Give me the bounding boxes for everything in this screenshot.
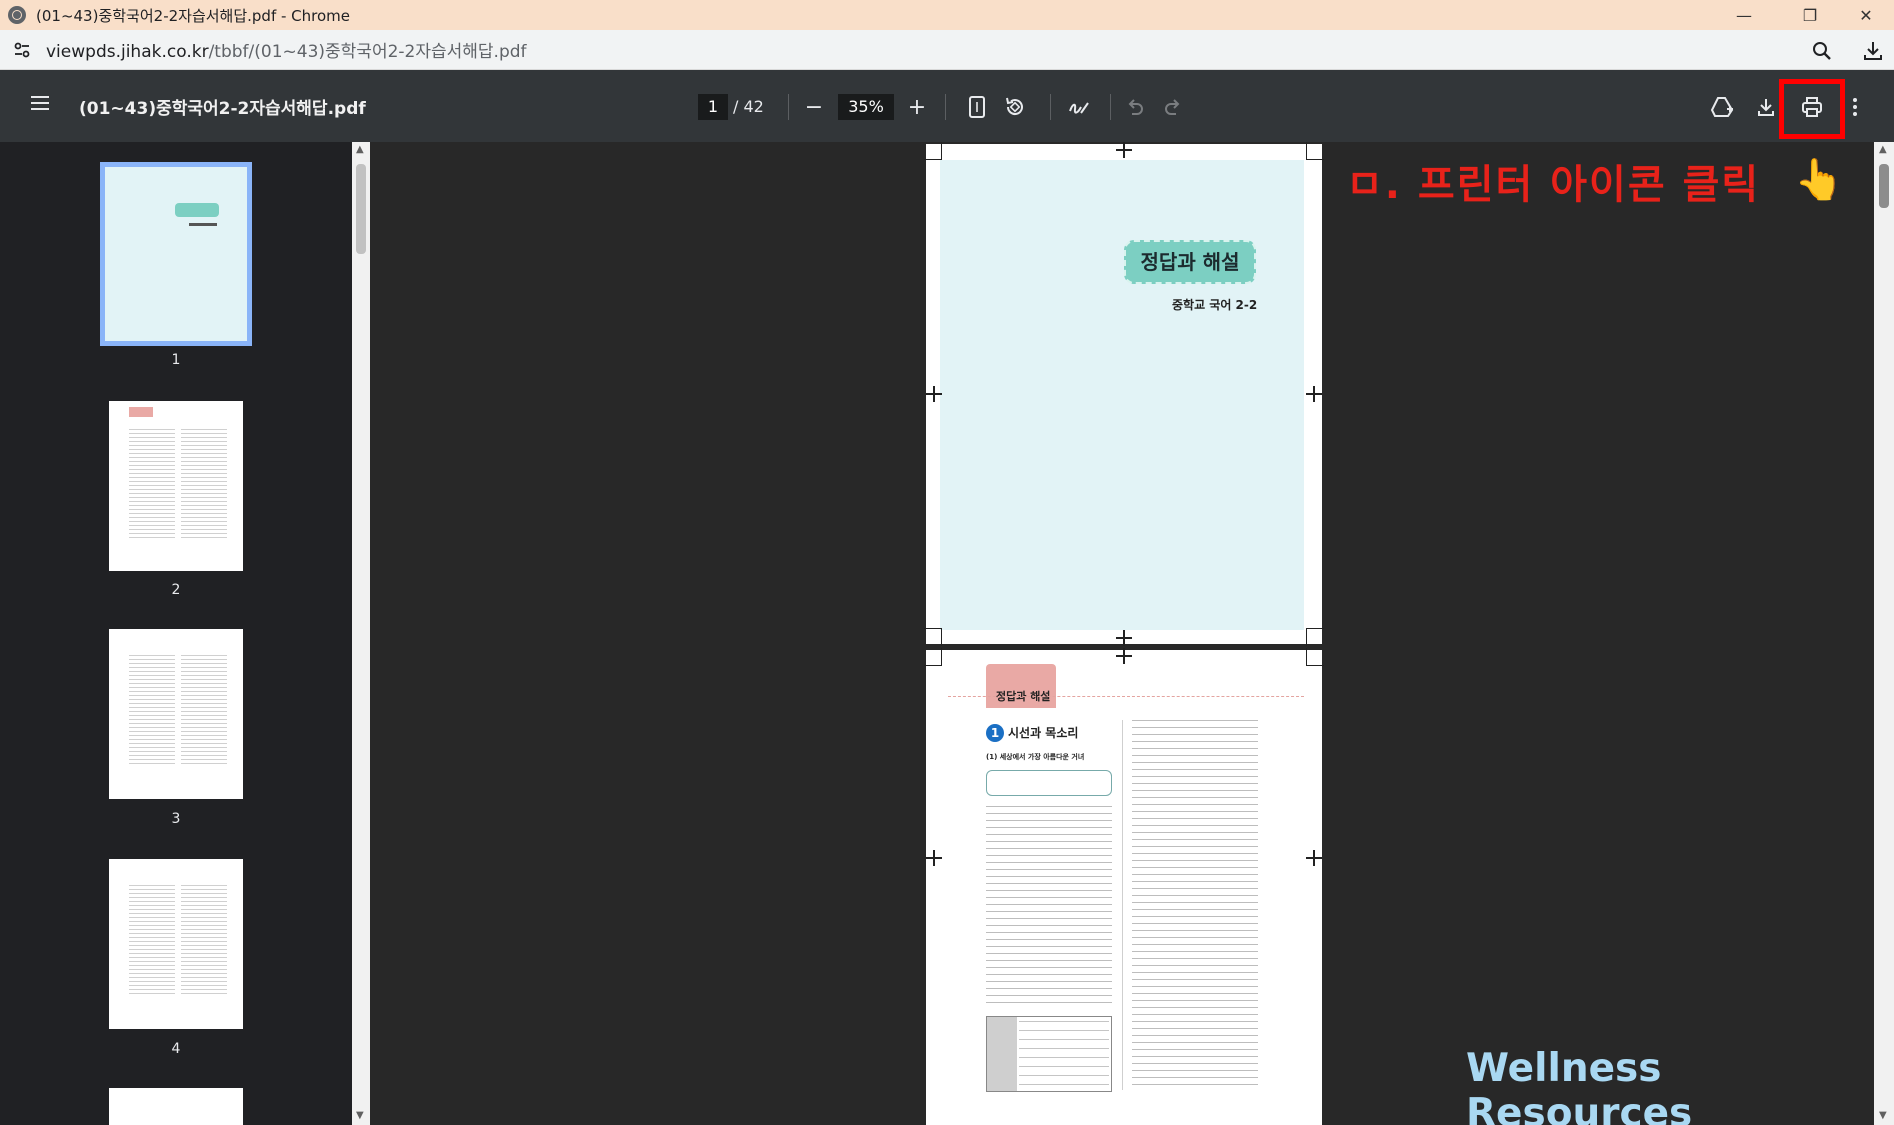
thumbnail-label: 2 — [171, 582, 181, 598]
zoom-in-button[interactable]: + — [902, 92, 932, 122]
pdf-viewer: 정답과 해설 중학교 국어 2-2 정답과 해설 1 시선과 목소리 (1) 세… — [370, 142, 1874, 1125]
crop-mark — [1306, 648, 1324, 666]
registration-mark — [1116, 648, 1132, 664]
scroll-down-arrow-icon[interactable]: ▼ — [1879, 1110, 1887, 1121]
fit-page-icon[interactable] — [962, 92, 992, 122]
download-icon[interactable] — [1751, 92, 1781, 122]
thumbnail-label: 4 — [171, 1041, 181, 1057]
crop-mark — [1306, 142, 1324, 160]
section-title: 시선과 목소리 — [1008, 726, 1079, 740]
registration-mark — [926, 386, 942, 402]
cover-background — [940, 160, 1304, 630]
chrome-window: (01~43)중학국어2-2자습서해답.pdf - Chrome — ❐ ✕ v… — [0, 0, 1894, 1125]
viewer-scrollbar[interactable]: ▲ ▼ — [1874, 142, 1894, 1125]
thumbnail-label: 3 — [171, 811, 181, 827]
subsection-title: (1) 세상에서 가장 아름다운 거녀 — [986, 753, 1085, 761]
answer-box — [986, 770, 1112, 796]
restore-button[interactable]: ❐ — [1782, 0, 1838, 30]
thumbnail-sidebar: 1 2 3 4 — [0, 142, 352, 1125]
scrollbar-thumb[interactable] — [1879, 164, 1889, 208]
cover-title: 정답과 해설 — [1124, 240, 1256, 284]
annotation-text: ㅁ. 프린터 아이콘 클릭 — [1346, 162, 1761, 208]
print-highlight-box — [1779, 79, 1845, 139]
toolbar-divider — [788, 94, 789, 120]
site-settings-icon[interactable] — [10, 38, 34, 62]
page-number-input[interactable]: 1 — [698, 94, 728, 120]
toolbar-divider — [1110, 94, 1111, 120]
thumbnail-page-2[interactable] — [109, 401, 243, 571]
thumbnail-page-4[interactable] — [109, 859, 243, 1029]
text-column-left — [986, 806, 1112, 1006]
registration-mark — [926, 850, 942, 866]
pdf-toolbar: (01~43)중학국어2-2자습서해답.pdf 1 / 42 − 35% + — [0, 70, 1894, 142]
minimize-button[interactable]: — — [1716, 0, 1772, 30]
crop-mark — [924, 648, 942, 666]
url-host: viewpds.jihak.co.kr — [46, 42, 209, 62]
thumbnail-label: 1 — [171, 352, 181, 368]
scroll-up-arrow-icon[interactable]: ▲ — [356, 144, 364, 155]
registration-mark — [1306, 850, 1322, 866]
cover-subtitle: 중학교 국어 2-2 — [1172, 298, 1258, 312]
registration-mark — [1306, 386, 1322, 402]
crop-mark — [924, 628, 942, 646]
url-path: /tbbf/(01~43)중학국어2-2자습서해답.pdf — [208, 42, 527, 62]
thumbnail-page-1[interactable] — [100, 162, 252, 346]
title-bar: (01~43)중학국어2-2자습서해답.pdf - Chrome — ❐ ✕ — [0, 0, 1894, 30]
zoom-input[interactable]: 35% — [838, 94, 894, 120]
registration-mark — [1116, 630, 1132, 646]
section-number: 1 — [986, 724, 1004, 742]
pdf-page-1: 정답과 해설 중학교 국어 2-2 — [924, 142, 1324, 646]
scroll-up-arrow-icon[interactable]: ▲ — [1879, 144, 1887, 155]
zoom-icon[interactable] — [1809, 38, 1835, 64]
registration-mark — [1116, 142, 1132, 158]
thumbnail-page-5[interactable] — [109, 1088, 243, 1125]
watermark: Wellness Resources — [1466, 1046, 1693, 1125]
page-total: / 42 — [733, 97, 764, 116]
url-field[interactable]: viewpds.jihak.co.kr/tbbf/(01~43)중학국어2-2자… — [46, 37, 527, 62]
download-icon[interactable] — [1860, 38, 1886, 64]
undo-icon[interactable] — [1120, 92, 1150, 122]
pointing-hand-icon: 👆 — [1794, 157, 1844, 203]
thumbnail-page-3[interactable] — [109, 629, 243, 799]
crop-mark — [924, 142, 942, 160]
scroll-down-arrow-icon[interactable]: ▼ — [356, 1110, 364, 1121]
answer-tab: 정답과 해설 — [986, 664, 1056, 708]
pdf-page-2: 정답과 해설 1 시선과 목소리 (1) 세상에서 가장 아름다운 거녀 — [924, 648, 1324, 1125]
address-bar: viewpds.jihak.co.kr/tbbf/(01~43)중학국어2-2자… — [0, 30, 1894, 70]
window-title: (01~43)중학국어2-2자습서해답.pdf - Chrome — [36, 6, 351, 25]
close-button[interactable]: ✕ — [1838, 0, 1894, 30]
sidebar-scrollbar[interactable]: ▲ ▼ — [352, 142, 370, 1125]
column-divider — [1122, 720, 1123, 1090]
toolbar-divider — [945, 94, 946, 120]
document-title: (01~43)중학국어2-2자습서해답.pdf — [79, 99, 366, 119]
zoom-out-button[interactable]: − — [799, 92, 829, 122]
summary-table — [986, 1016, 1112, 1092]
globe-icon — [8, 6, 26, 24]
rotate-icon[interactable] — [1000, 92, 1030, 122]
drive-icon[interactable] — [1707, 92, 1737, 122]
scrollbar-thumb[interactable] — [356, 164, 366, 254]
redo-icon[interactable] — [1158, 92, 1188, 122]
dashed-divider — [948, 696, 1304, 697]
menu-icon[interactable] — [26, 92, 54, 120]
toolbar-divider — [1050, 94, 1051, 120]
text-column-right — [1132, 720, 1258, 1090]
annotate-icon[interactable] — [1064, 92, 1094, 122]
crop-mark — [1306, 628, 1324, 646]
